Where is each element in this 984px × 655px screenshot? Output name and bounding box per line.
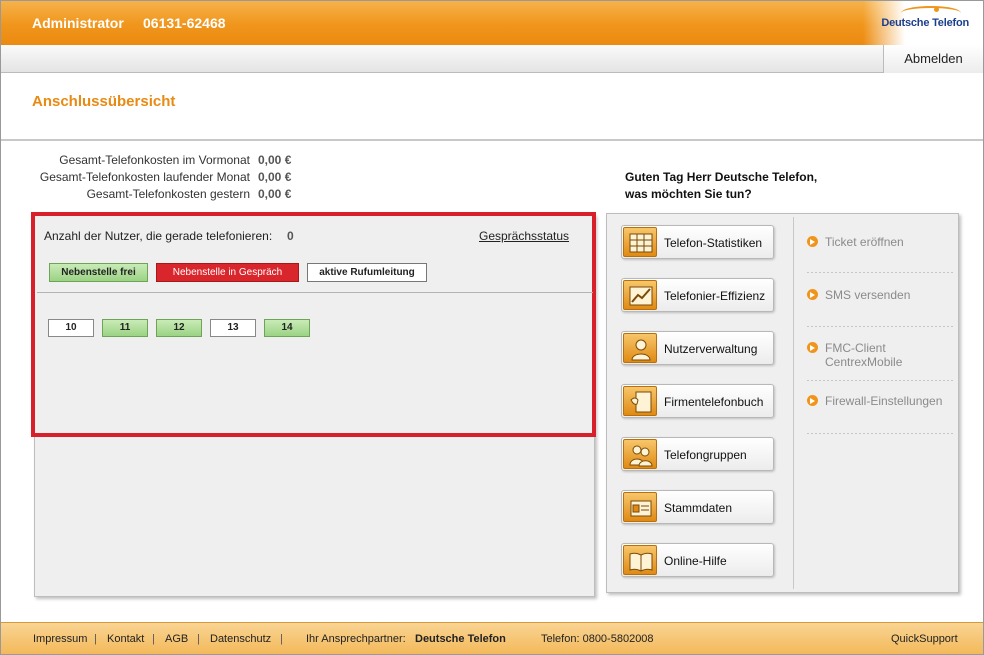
footer-partner-name: Deutsche Telefon bbox=[415, 633, 506, 645]
actions-divider bbox=[793, 217, 794, 589]
nutzerverwaltung-button[interactable]: Nutzerverwaltung bbox=[621, 331, 774, 365]
telefon-statistiken-button[interactable]: Telefon-Statistiken bbox=[621, 225, 774, 259]
footer-separator: | bbox=[197, 633, 200, 645]
button-label: Firmentelefonbuch bbox=[664, 395, 764, 409]
logo-area: Deutsche Telefon bbox=[863, 1, 983, 45]
cost-value: 0,00 € bbox=[258, 187, 292, 201]
button-label: Telefongruppen bbox=[664, 448, 747, 462]
arrow-right-icon bbox=[807, 236, 818, 247]
group-icon bbox=[623, 439, 657, 469]
logo-text: Deutsche Telefon bbox=[881, 17, 969, 29]
cost-row: Gesamt-Telefonkosten im Vormonat 0,00 € bbox=[21, 152, 301, 169]
master-data-icon bbox=[623, 492, 657, 522]
user-name: Administrator bbox=[32, 15, 124, 31]
telefonier-effizienz-button[interactable]: Telefonier-Effizienz bbox=[621, 278, 774, 312]
button-label: Telefon-Statistiken bbox=[664, 236, 763, 250]
footer-phone: Telefon: 0800-5802008 bbox=[541, 633, 654, 645]
greeting-line-1: Guten Tag Herr Deutsche Telefon, bbox=[625, 170, 818, 184]
link-label: Firewall-Einstellungen bbox=[825, 394, 943, 408]
footer-impressum-link[interactable]: Impressum bbox=[33, 633, 87, 645]
cost-value: 0,00 € bbox=[258, 170, 292, 184]
cost-label: Gesamt-Telefonkosten gestern bbox=[86, 187, 250, 201]
book-icon bbox=[623, 545, 657, 575]
cost-label: Gesamt-Telefonkosten laufender Monat bbox=[39, 170, 250, 184]
footer-separator: | bbox=[94, 633, 97, 645]
logout-button[interactable]: Abmelden bbox=[883, 45, 983, 73]
sms-link[interactable]: SMS versenden bbox=[807, 288, 910, 302]
stammdaten-button[interactable]: Stammdaten bbox=[621, 490, 774, 524]
link-label: Ticket eröffnen bbox=[825, 235, 904, 249]
active-users-count: 0 bbox=[287, 229, 294, 243]
cost-value: 0,00 € bbox=[258, 153, 292, 167]
extension-13[interactable]: 13 bbox=[210, 319, 256, 337]
greeting: Guten Tag Herr Deutsche Telefon, was möc… bbox=[625, 169, 817, 203]
cost-label: Gesamt-Telefonkosten im Vormonat bbox=[59, 153, 250, 167]
link-divider bbox=[807, 272, 953, 273]
footer-agb-link[interactable]: AGB bbox=[165, 633, 188, 645]
efficiency-icon bbox=[623, 280, 657, 310]
cost-row: Gesamt-Telefonkosten laufender Monat 0,00… bbox=[21, 169, 301, 186]
active-users-label: Anzahl der Nutzer, die gerade telefonier… bbox=[44, 229, 273, 243]
button-label: Telefonier-Effizienz bbox=[664, 289, 766, 303]
extension-12[interactable]: 12 bbox=[156, 319, 202, 337]
footer-partner-label: Ihr Ansprechpartner: bbox=[306, 633, 406, 645]
link-label: FMC-Client bbox=[825, 341, 886, 355]
firmentelefonbuch-button[interactable]: Firmentelefonbuch bbox=[621, 384, 774, 418]
footer-quicksupport-link[interactable]: QuickSupport bbox=[891, 633, 958, 645]
statistics-icon bbox=[623, 227, 657, 257]
footer-separator: | bbox=[152, 633, 155, 645]
online-hilfe-button[interactable]: Online-Hilfe bbox=[621, 543, 774, 577]
footer-separator: | bbox=[280, 633, 283, 645]
telefongruppen-button[interactable]: Telefongruppen bbox=[621, 437, 774, 471]
cost-summary: Gesamt-Telefonkosten im Vormonat 0,00 € G… bbox=[21, 152, 301, 203]
call-status-link[interactable]: Gesprächsstatus bbox=[479, 229, 569, 243]
greeting-line-2: was möchten Sie tun? bbox=[625, 187, 752, 201]
link-label-secondary: CentrexMobile bbox=[825, 355, 903, 369]
button-label: Stammdaten bbox=[664, 501, 733, 515]
arrow-right-icon bbox=[807, 289, 818, 300]
page-title: Anschlussübersicht bbox=[32, 93, 176, 110]
button-label: Online-Hilfe bbox=[664, 554, 727, 568]
extension-11[interactable]: 11 bbox=[102, 319, 148, 337]
link-label: SMS versenden bbox=[825, 288, 911, 302]
logo-dot-icon bbox=[934, 7, 939, 12]
legend-extension-busy: Nebenstelle in Gespräch bbox=[156, 263, 299, 282]
user-phone: 06131-62468 bbox=[143, 15, 226, 31]
panel-divider bbox=[37, 292, 593, 293]
ticket-link[interactable]: Ticket eröffnen bbox=[807, 235, 904, 249]
firewall-link[interactable]: Firewall-Einstellungen bbox=[807, 394, 942, 408]
legend-extension-free: Nebenstelle frei bbox=[49, 263, 148, 282]
footer-datenschutz-link[interactable]: Datenschutz bbox=[210, 633, 271, 645]
arrow-right-icon bbox=[807, 342, 818, 353]
legend-call-forward: aktive Rufumleitung bbox=[307, 263, 427, 282]
link-divider bbox=[807, 380, 953, 381]
button-label: Nutzerverwaltung bbox=[664, 342, 758, 356]
phonebook-icon bbox=[623, 386, 657, 416]
footer: Impressum | Kontakt | AGB | Datenschutz … bbox=[1, 622, 983, 654]
sub-bar: Abmelden bbox=[1, 45, 983, 73]
extension-10[interactable]: 10 bbox=[48, 319, 94, 337]
arrow-right-icon bbox=[807, 395, 818, 406]
user-icon bbox=[623, 333, 657, 363]
link-divider bbox=[807, 433, 953, 434]
footer-kontakt-link[interactable]: Kontakt bbox=[107, 633, 144, 645]
fmc-client-link[interactable]: FMC-Client CentrexMobile bbox=[807, 341, 902, 369]
cost-row: Gesamt-Telefonkosten gestern 0,00 € bbox=[21, 186, 301, 203]
title-divider bbox=[1, 139, 983, 141]
extension-14[interactable]: 14 bbox=[264, 319, 310, 337]
link-divider bbox=[807, 326, 953, 327]
header-bar: Administrator 06131-62468 Deutsche Telef… bbox=[1, 1, 983, 45]
